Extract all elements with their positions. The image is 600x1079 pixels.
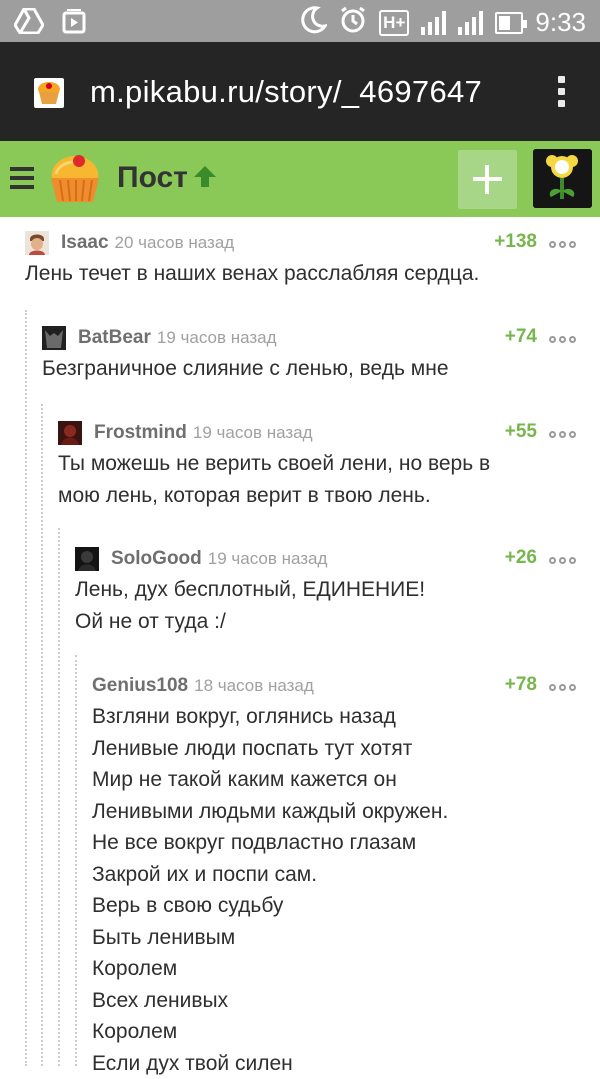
media-icon	[62, 8, 86, 39]
comment-author[interactable]: Isaac	[61, 232, 109, 254]
comment-rating: +55	[504, 421, 537, 442]
signal-icon-1	[421, 10, 447, 35]
comment-rating: +138	[494, 231, 537, 252]
comment-more-icon[interactable]	[549, 241, 576, 248]
page-title: Пост	[117, 161, 188, 194]
comment: BatBear 19 часов назад +74 Безграничное …	[42, 325, 600, 395]
avatar[interactable]	[75, 547, 99, 571]
comment-author[interactable]: BatBear	[78, 327, 151, 349]
url-text[interactable]: m.pikabu.ru/story/_4697647	[90, 74, 482, 110]
network-type-icon: H+	[379, 9, 410, 36]
comment: SoloGood 19 часов назад +26 Лень, дух бе…	[75, 546, 600, 646]
avatar[interactable]	[58, 421, 82, 445]
comment-time: 19 часов назад	[207, 549, 328, 568]
comment: Frostmind 19 часов назад +55 Ты можешь н…	[58, 420, 600, 520]
alarm-icon	[339, 6, 367, 39]
comment: Genius108 18 часов назад +78 Взгляни вок…	[92, 673, 600, 1075]
thread-line	[75, 655, 77, 1066]
thread-line	[25, 310, 27, 1066]
comment-rating: +26	[504, 547, 537, 568]
site-favicon-icon	[34, 78, 64, 108]
comment-author[interactable]: SoloGood	[111, 548, 202, 570]
comment-more-icon[interactable]	[549, 431, 576, 438]
comment-author[interactable]: Frostmind	[94, 422, 187, 444]
browser-menu-icon[interactable]	[558, 76, 566, 107]
comment-more-icon[interactable]	[549, 684, 576, 691]
comment-text: Лень течет в наших венах расслабляя серд…	[25, 262, 480, 285]
thread-line	[41, 404, 43, 1066]
avatar[interactable]	[25, 231, 49, 255]
comment-time: 19 часов назад	[156, 328, 277, 347]
comment-author[interactable]: Genius108	[92, 675, 188, 697]
pikabu-logo-icon[interactable]	[46, 150, 104, 213]
comment-text: Лень, дух бесплотный, ЕДИНЕНИЕ! Ой не от…	[75, 578, 426, 633]
comment-time: 20 часов назад	[114, 233, 235, 252]
status-bar: H+ 9:33	[0, 0, 600, 42]
avatar[interactable]	[42, 326, 66, 350]
comment-text: Безграничное слияние с ленью, ведь мне	[42, 357, 449, 380]
comment-time: 18 часов назад	[194, 676, 314, 695]
hamburger-menu-icon[interactable]	[10, 167, 34, 189]
signal-icon-2	[458, 10, 484, 35]
user-avatar[interactable]	[533, 149, 592, 208]
comment-time: 19 часов назад	[192, 423, 313, 442]
drive-icon	[13, 7, 45, 39]
site-header: Пост	[0, 141, 600, 217]
status-time: 9:33	[535, 7, 586, 37]
moon-icon	[301, 6, 329, 39]
comment-more-icon[interactable]	[549, 557, 576, 564]
comment-text: Взгляни вокруг, оглянись назад Ленивые л…	[92, 705, 449, 1075]
comment-text: Ты можешь не верить своей лени, но верь …	[58, 452, 491, 507]
arrow-up-icon[interactable]	[192, 164, 218, 193]
thread-line	[58, 528, 60, 1066]
comment-more-icon[interactable]	[549, 336, 576, 343]
comment-rating: +74	[504, 326, 537, 347]
battery-icon	[495, 11, 528, 34]
comment-rating: +78	[504, 674, 537, 695]
comment: Isaac 20 часов назад +138 Лень течет в н…	[25, 230, 600, 300]
add-post-button[interactable]	[458, 150, 517, 209]
